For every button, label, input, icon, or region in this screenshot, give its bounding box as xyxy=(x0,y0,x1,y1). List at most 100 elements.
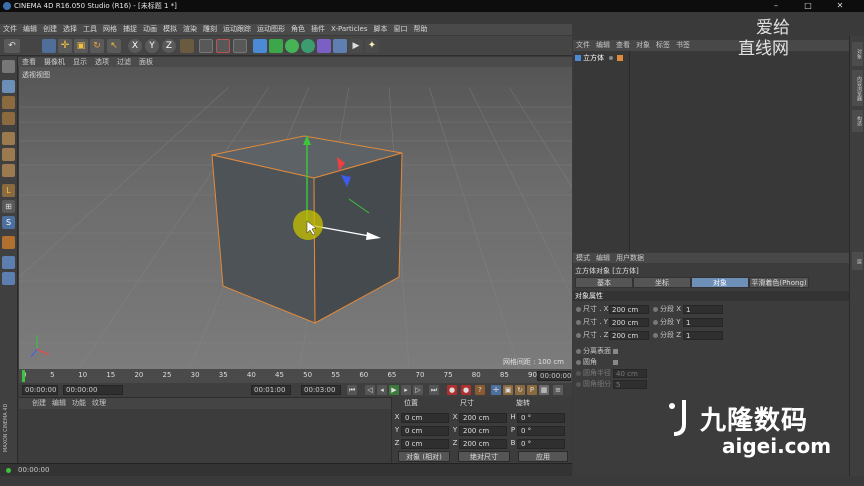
points-mode-icon[interactable] xyxy=(2,132,15,145)
record-parameter-icon[interactable]: P xyxy=(527,385,537,395)
size-mode-select[interactable]: 绝对尺寸 xyxy=(458,451,510,462)
record-position-icon[interactable]: ✛ xyxy=(491,385,501,395)
attr-menu-edit[interactable]: 编辑 xyxy=(593,254,613,262)
texture-mode-icon[interactable] xyxy=(2,96,15,109)
workplane-grid-icon[interactable] xyxy=(2,256,15,269)
size-z-field[interactable]: 200 cm xyxy=(459,439,507,449)
z-axis-lock-button[interactable]: Z xyxy=(162,39,176,53)
undo-icon[interactable]: ↶ xyxy=(4,39,20,53)
menu-select[interactable]: 选择 xyxy=(60,25,80,33)
pos-z-field[interactable]: 0 cm xyxy=(401,439,449,449)
timeline-end-frame[interactable]: 00:00:00 xyxy=(537,371,571,381)
size-x-anim-dot[interactable] xyxy=(576,307,581,312)
record-active-objects-icon[interactable]: ● xyxy=(447,385,457,395)
attr-menu-mode[interactable]: 模式 xyxy=(573,254,593,262)
menu-character[interactable]: 角色 xyxy=(288,25,308,33)
menu-animate[interactable]: 动画 xyxy=(140,25,160,33)
obj-menu-tags[interactable]: 标签 xyxy=(653,41,673,49)
viewport-menu-panel[interactable]: 面板 xyxy=(135,58,157,66)
camera-icon[interactable]: ▶ xyxy=(349,39,363,53)
fillet-radius-input[interactable]: 40 cm xyxy=(613,369,647,378)
menu-render[interactable]: 渲染 xyxy=(180,25,200,33)
model-mode-icon[interactable] xyxy=(2,80,15,93)
deformer-icon[interactable] xyxy=(317,39,331,53)
polygons-mode-icon[interactable] xyxy=(2,164,15,177)
light-icon[interactable]: ✦ xyxy=(365,39,379,53)
tab-content-browser-vertical[interactable]: 内容浏览器 xyxy=(852,70,863,106)
obj-menu-view[interactable]: 查看 xyxy=(613,41,633,49)
obj-menu-file[interactable]: 文件 xyxy=(573,41,593,49)
tab-object[interactable]: 对象 xyxy=(691,277,749,288)
seg-y-input[interactable]: 1 xyxy=(683,318,723,327)
lock-workplane-icon[interactable] xyxy=(2,236,15,249)
record-scale-icon[interactable]: ▣ xyxy=(503,385,513,395)
tab-layers-vertical[interactable]: 层 xyxy=(852,252,863,270)
make-editable-icon[interactable] xyxy=(2,60,15,73)
menu-file[interactable]: 文件 xyxy=(0,25,20,33)
separate-surfaces-checkbox[interactable] xyxy=(613,349,618,354)
viewport-menu-display[interactable]: 显示 xyxy=(69,58,91,66)
viewport-menu-cameras[interactable]: 摄像机 xyxy=(40,58,69,66)
seg-x-anim-dot[interactable] xyxy=(653,307,658,312)
menu-help[interactable]: 帮助 xyxy=(410,25,430,33)
coord-mode-select[interactable]: 对象 (相对) xyxy=(398,451,450,462)
obj-menu-edit[interactable]: 编辑 xyxy=(593,41,613,49)
size-x-field[interactable]: 200 cm xyxy=(459,413,507,423)
edges-mode-icon[interactable] xyxy=(2,148,15,161)
menu-window[interactable]: 窗口 xyxy=(390,25,410,33)
visibility-dot-icon[interactable] xyxy=(609,56,614,60)
tweak-mode-icon[interactable]: ⊞ xyxy=(2,200,15,213)
size-y-input[interactable]: 200 cm xyxy=(609,318,649,327)
seg-z-anim-dot[interactable] xyxy=(653,333,658,338)
solo-mode-icon[interactable] xyxy=(2,272,15,285)
current-time-field[interactable]: 00:00:00 xyxy=(22,385,58,395)
subdivision-surface-icon[interactable] xyxy=(285,39,299,53)
menu-xparticles[interactable]: X-Particles xyxy=(328,25,370,33)
menu-mesh[interactable]: 网格 xyxy=(100,25,120,33)
material-menu-texture[interactable]: 纹理 xyxy=(89,399,109,407)
render-picture-viewer-icon[interactable] xyxy=(216,39,230,53)
array-generator-icon[interactable] xyxy=(301,39,315,53)
menu-plugins[interactable]: 插件 xyxy=(308,25,328,33)
tab-objects-vertical[interactable]: 对象 xyxy=(852,42,863,66)
render-settings-icon[interactable] xyxy=(233,39,247,53)
keyframe-selection-icon[interactable]: ? xyxy=(475,385,485,395)
menu-motion-tracking[interactable]: 运动跟踪 xyxy=(220,25,254,33)
fillet-anim-dot[interactable] xyxy=(576,360,581,365)
tab-basic[interactable]: 基本 xyxy=(575,277,633,288)
size-z-anim-dot[interactable] xyxy=(576,333,581,338)
workplane-mode-icon[interactable] xyxy=(2,112,15,125)
next-frame-icon[interactable]: ▸ xyxy=(401,385,411,395)
axis-mode-icon[interactable]: L xyxy=(2,184,15,197)
tab-phong[interactable]: 平滑着色(Phong) xyxy=(749,277,809,288)
apply-button[interactable]: 应用 xyxy=(518,451,568,462)
play-icon[interactable]: ▶ xyxy=(389,385,399,395)
menu-create[interactable]: 创建 xyxy=(40,25,60,33)
menu-mograph[interactable]: 运动图形 xyxy=(254,25,288,33)
recent-tool-icon[interactable]: ↖ xyxy=(107,39,121,53)
menu-simulate[interactable]: 模拟 xyxy=(160,25,180,33)
go-to-start-icon[interactable]: ⏮ xyxy=(347,385,357,395)
close-button[interactable]: ✕ xyxy=(832,1,848,11)
record-pla-icon[interactable]: ▦ xyxy=(539,385,549,395)
separate-anim-dot[interactable] xyxy=(576,349,581,354)
menu-script[interactable]: 脚本 xyxy=(370,25,390,33)
rot-b-field[interactable]: 0 ° xyxy=(517,439,565,449)
end-time-field[interactable]: 00:03:00 xyxy=(301,385,341,395)
fillet-subdiv-anim-dot[interactable] xyxy=(576,382,581,387)
maximize-button[interactable]: □ xyxy=(800,1,816,11)
spline-pen-icon[interactable] xyxy=(269,39,283,53)
cube-primitive-icon[interactable] xyxy=(253,39,267,53)
tab-coord[interactable]: 坐标 xyxy=(633,277,691,288)
move-tool-icon[interactable]: ✛ xyxy=(58,39,72,53)
next-key-icon[interactable]: ▷ xyxy=(413,385,423,395)
snap-icon[interactable]: S xyxy=(2,216,15,229)
fillet-subdiv-input[interactable]: 5 xyxy=(613,380,647,389)
timeline-menu-icon[interactable]: ≡ xyxy=(553,385,563,395)
material-menu-function[interactable]: 功能 xyxy=(69,399,89,407)
timeline-playhead[interactable] xyxy=(22,370,25,382)
material-menu-edit[interactable]: 编辑 xyxy=(49,399,69,407)
go-to-end-icon[interactable]: ⏭ xyxy=(429,385,439,395)
size-y-anim-dot[interactable] xyxy=(576,320,581,325)
pos-x-field[interactable]: 0 cm xyxy=(401,413,449,423)
